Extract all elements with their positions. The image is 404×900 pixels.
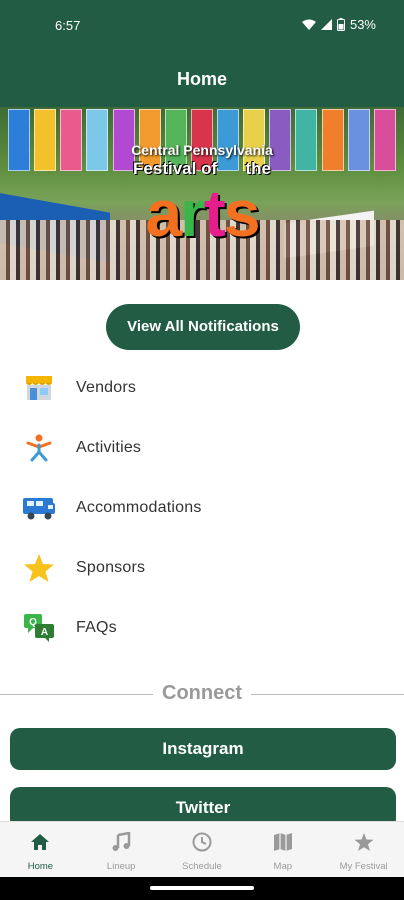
signal-icon xyxy=(320,19,332,30)
status-bar: 6:57 53% xyxy=(0,0,404,52)
battery-percent: 53% xyxy=(349,17,376,32)
wifi-icon xyxy=(301,19,316,30)
logo-letter: r xyxy=(180,176,206,250)
nav-home[interactable]: Home xyxy=(0,822,81,877)
person-activity-icon xyxy=(22,431,56,465)
logo-letter: s xyxy=(223,176,261,250)
system-icons: 53% xyxy=(301,17,376,32)
app-header: Home xyxy=(0,52,404,107)
view-notifications-button[interactable]: View All Notifications xyxy=(106,304,300,350)
menu-item-sponsors[interactable]: Sponsors xyxy=(0,538,404,598)
menu-item-faqs[interactable]: Q A FAQs xyxy=(0,598,404,658)
nav-schedule[interactable]: Schedule xyxy=(162,822,243,877)
menu-item-label: Sponsors xyxy=(76,559,146,576)
nav-label: Lineup xyxy=(106,861,136,872)
music-note-icon xyxy=(109,831,133,853)
instagram-button[interactable]: Instagram xyxy=(10,728,396,770)
gesture-bar xyxy=(0,877,404,900)
nav-label: Home xyxy=(27,861,54,872)
logo-letter: a xyxy=(145,176,182,250)
battery-icon xyxy=(336,18,345,31)
logo-arts: arts xyxy=(0,173,404,253)
menu-item-vendors[interactable]: Vendors xyxy=(0,358,404,418)
rv-camper-icon xyxy=(22,491,56,525)
menu-item-activities[interactable]: Activities xyxy=(0,418,404,478)
menu-item-accommodations[interactable]: Accommodations xyxy=(0,478,404,538)
nav-my-festival[interactable]: My Festival xyxy=(323,822,404,877)
logo-letter: t xyxy=(203,176,226,250)
bottom-navigation: Home Lineup Schedule Map My Festival xyxy=(0,821,404,877)
menu-item-label: FAQs xyxy=(76,619,117,636)
page-title: Home xyxy=(176,69,227,89)
divider-line xyxy=(251,694,404,695)
menu-item-label: Activities xyxy=(76,439,142,456)
status-time: 6:57 xyxy=(55,18,81,33)
clock-icon xyxy=(190,831,214,853)
map-icon xyxy=(271,831,295,853)
svg-text:A: A xyxy=(41,627,48,638)
home-indicator[interactable] xyxy=(150,886,254,890)
menu-item-label: Accommodations xyxy=(76,499,202,516)
star-icon xyxy=(22,551,56,585)
festival-banner: Central Pennsylvania Festival of the art… xyxy=(0,107,404,280)
nav-label: My Festival xyxy=(339,861,388,872)
menu-item-label: Vendors xyxy=(76,379,137,396)
home-icon xyxy=(28,831,52,853)
nav-label: Schedule xyxy=(182,861,222,872)
storefront-icon xyxy=(22,371,56,405)
star-icon xyxy=(352,831,376,853)
nav-lineup[interactable]: Lineup xyxy=(81,822,162,877)
main-menu: Vendors Activities Accommodations Sponso… xyxy=(0,358,404,658)
nav-label: Map xyxy=(273,861,293,872)
logo-region: Central Pennsylvania xyxy=(131,142,273,158)
connect-divider: Connect xyxy=(0,680,404,710)
nav-map[interactable]: Map xyxy=(242,822,323,877)
qa-chat-icon: Q A xyxy=(22,611,56,645)
